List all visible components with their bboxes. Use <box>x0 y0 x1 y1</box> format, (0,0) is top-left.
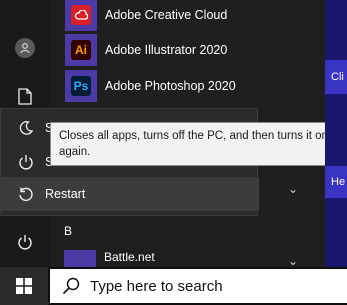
app-label: Adobe Creative Cloud <box>105 8 228 22</box>
illustrator-icon: Ai <box>71 40 91 60</box>
chevron-down-icon[interactable]: ⌄ <box>288 254 298 268</box>
taskbar: Type here to search <box>0 267 347 305</box>
power-icon <box>17 153 35 171</box>
search-placeholder: Type here to search <box>90 277 223 295</box>
windows-logo-icon <box>16 278 32 294</box>
section-header-b[interactable]: B <box>64 224 72 238</box>
app-tile[interactable] <box>64 250 96 267</box>
restart-label: Restart <box>45 187 86 201</box>
app-tile <box>65 0 97 31</box>
restart-tooltip: Closes all apps, turns off the PC, and t… <box>50 122 344 166</box>
creative-cloud-icon <box>71 5 91 25</box>
live-tile[interactable]: He <box>325 166 347 198</box>
user-avatar-icon <box>15 38 35 58</box>
live-tile[interactable]: Cli <box>325 60 347 94</box>
moon-icon <box>17 119 35 137</box>
restart-icon <box>17 185 35 203</box>
live-tile-label: He <box>331 176 346 188</box>
power-button[interactable] <box>0 222 50 262</box>
restart-option[interactable]: Restart <box>1 177 259 211</box>
document-icon <box>18 87 32 105</box>
taskbar-search-box[interactable]: Type here to search <box>50 269 347 303</box>
search-icon <box>62 277 80 295</box>
start-button[interactable] <box>0 267 48 305</box>
user-account-button[interactable] <box>0 28 50 68</box>
app-list-item-illustrator[interactable]: Ai Adobe Illustrator 2020 <box>50 33 320 67</box>
app-label: Adobe Illustrator 2020 <box>105 43 228 57</box>
app-list-item-photoshop[interactable]: Ps Adobe Photoshop 2020 <box>50 69 320 103</box>
app-label[interactable]: Battle.net <box>104 250 155 267</box>
app-tile: Ps <box>65 70 97 102</box>
app-label: Adobe Photoshop 2020 <box>105 79 236 93</box>
live-tile-label: Cli <box>331 71 344 83</box>
app-list-item-creative-cloud[interactable]: Adobe Creative Cloud <box>50 0 320 32</box>
live-tiles-area <box>325 0 347 267</box>
photoshop-icon: Ps <box>71 76 91 96</box>
chevron-down-icon[interactable]: ⌄ <box>288 182 298 196</box>
power-icon <box>18 235 32 250</box>
app-tile: Ai <box>65 34 97 66</box>
